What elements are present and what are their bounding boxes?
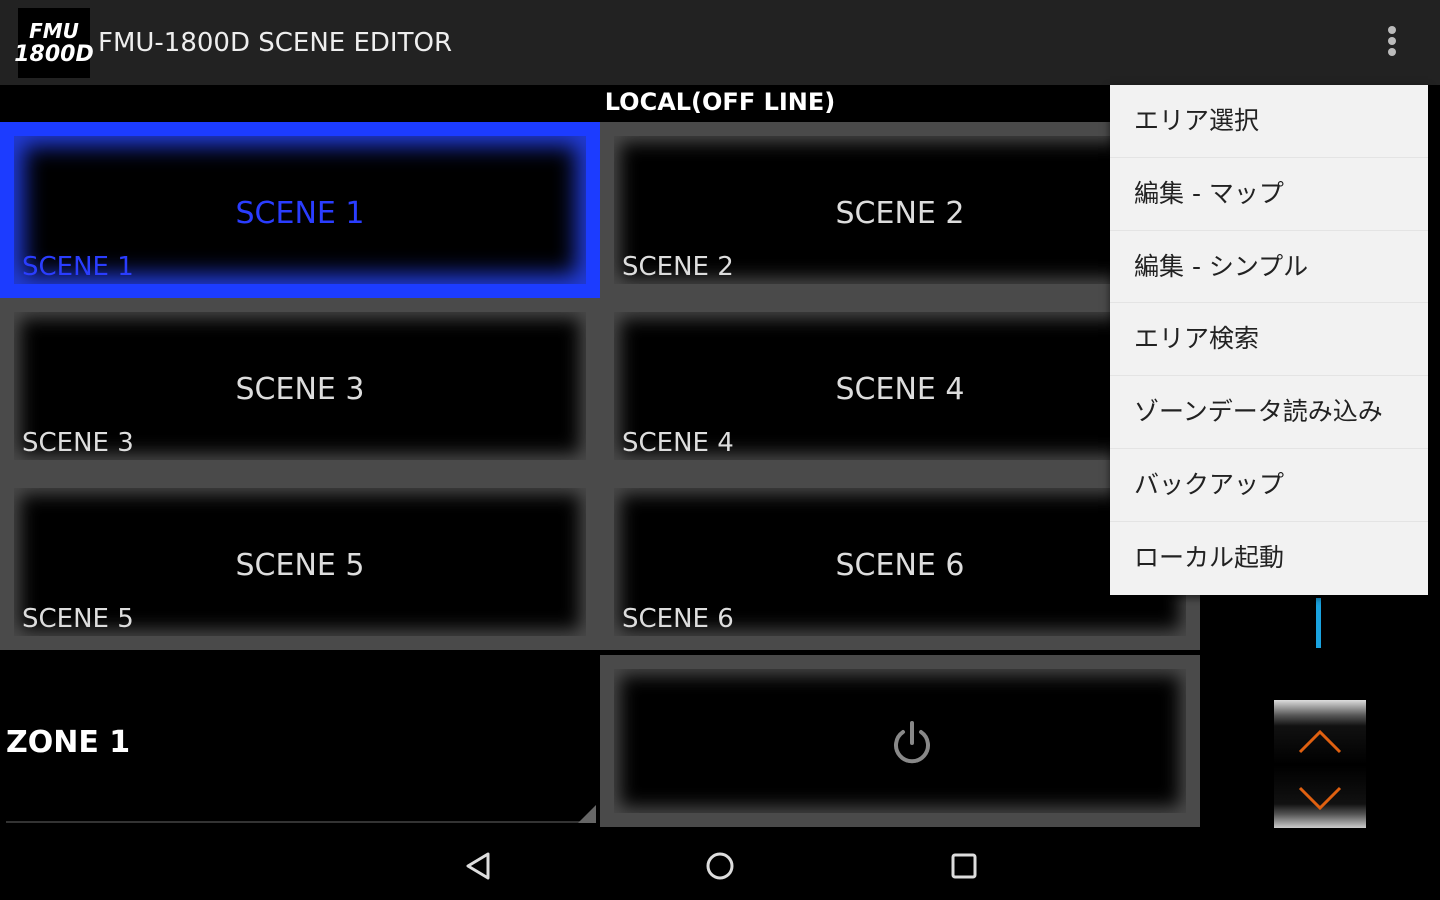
scene-title: SCENE 2 bbox=[835, 196, 965, 231]
zone-selector[interactable]: ZONE 1 bbox=[0, 655, 600, 825]
logo-line-1: FMU bbox=[29, 19, 79, 43]
scroll-up-button[interactable] bbox=[1274, 708, 1366, 768]
app-bar: FMU 1800D FMU-1800D SCENE EDITOR bbox=[0, 0, 1440, 85]
dropdown-corner-icon bbox=[578, 805, 596, 823]
chevron-up-icon bbox=[1298, 729, 1342, 754]
menu-item-area-select[interactable]: エリア選択 bbox=[1110, 85, 1428, 158]
scroll-indicator bbox=[1316, 598, 1321, 648]
menu-item-edit-map[interactable]: 編集 - マップ bbox=[1110, 158, 1428, 231]
logo-line-2: 1800D bbox=[14, 42, 94, 67]
scene-title: SCENE 6 bbox=[835, 548, 965, 583]
power-button[interactable] bbox=[600, 655, 1200, 827]
zone-up-down-control bbox=[1274, 700, 1366, 830]
scene-subtitle: SCENE 3 bbox=[22, 428, 134, 458]
app-logo: FMU 1800D bbox=[14, 8, 94, 78]
scene-tile-3[interactable]: SCENE 3 SCENE 3 bbox=[0, 298, 600, 474]
overflow-menu-icon[interactable] bbox=[1378, 24, 1406, 64]
scene-title: SCENE 4 bbox=[835, 372, 965, 407]
menu-item-load-zone-data[interactable]: ゾーンデータ読み込み bbox=[1110, 376, 1428, 449]
home-circle-icon[interactable] bbox=[700, 846, 740, 886]
overflow-menu: エリア選択 編集 - マップ 編集 - シンプル エリア検索 ゾーンデータ読み込… bbox=[1110, 85, 1428, 595]
zone-underline bbox=[6, 821, 596, 823]
scene-subtitle: SCENE 5 bbox=[22, 604, 134, 634]
chevron-down-icon bbox=[1298, 786, 1342, 811]
power-icon bbox=[894, 721, 930, 764]
scene-subtitle: SCENE 6 bbox=[622, 604, 734, 634]
scene-title: SCENE 1 bbox=[235, 196, 365, 231]
scene-tile-5[interactable]: SCENE 5 SCENE 5 bbox=[0, 474, 600, 650]
system-nav-bar bbox=[0, 828, 1440, 900]
scene-title: SCENE 5 bbox=[235, 548, 365, 583]
menu-item-area-search[interactable]: エリア検索 bbox=[1110, 303, 1428, 377]
recents-square-icon[interactable] bbox=[944, 846, 984, 886]
scroll-down-button[interactable] bbox=[1274, 764, 1366, 824]
zone-label: ZONE 1 bbox=[6, 725, 131, 760]
scene-tile-1[interactable]: SCENE 1 SCENE 1 bbox=[0, 122, 600, 298]
menu-item-local-start[interactable]: ローカル起動 bbox=[1110, 522, 1428, 595]
menu-item-edit-simple[interactable]: 編集 - シンプル bbox=[1110, 231, 1428, 304]
connection-status-text: LOCAL(OFF LINE) bbox=[604, 88, 836, 116]
back-triangle-icon[interactable] bbox=[458, 846, 498, 886]
menu-item-backup[interactable]: バックアップ bbox=[1110, 449, 1428, 522]
scene-subtitle: SCENE 2 bbox=[622, 252, 734, 282]
scene-subtitle: SCENE 1 bbox=[22, 252, 134, 282]
scene-subtitle: SCENE 4 bbox=[622, 428, 734, 458]
scene-title: SCENE 3 bbox=[235, 372, 365, 407]
app-title: FMU-1800D SCENE EDITOR bbox=[98, 28, 453, 58]
